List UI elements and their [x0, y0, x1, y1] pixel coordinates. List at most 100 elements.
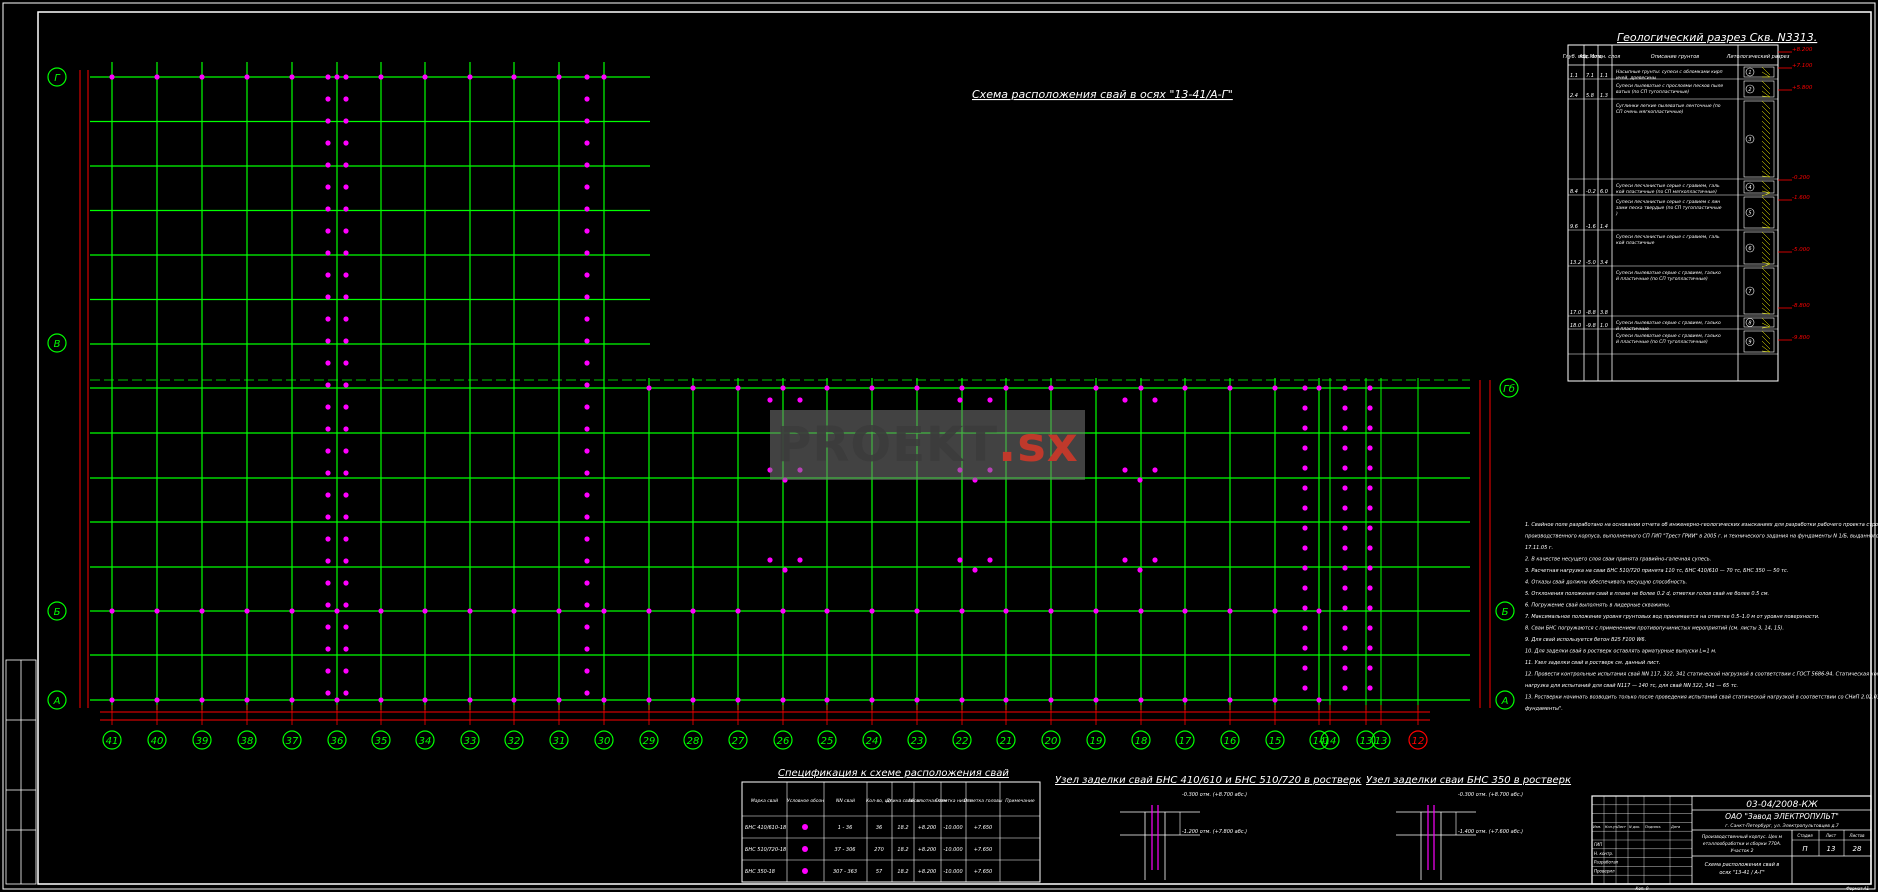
spec-mark: БНС 410/610-18	[745, 825, 786, 831]
bubble-label: 40	[151, 736, 164, 747]
geology-desc-2: кой пластичные (по СП мягкопластичные)	[1616, 189, 1717, 195]
pile	[1367, 645, 1373, 651]
geology-desc-2: й пластичные	[1616, 326, 1649, 332]
geology-desc: Супеси песчанистые серые с гравием, галь	[1616, 234, 1720, 240]
pile	[1342, 465, 1348, 471]
pile	[343, 514, 349, 520]
node1-title: Узел заделки свай БНС 410/610 и БНС 510/…	[1055, 775, 1361, 786]
note-line: 3. Расчетная нагрузка на сваи БНС 510/72…	[1525, 568, 1788, 574]
note-line: 11. Узел заделки свай в ростверк см. дан…	[1525, 660, 1661, 666]
hatch	[1761, 145, 1771, 155]
pile	[556, 697, 562, 703]
hatch	[1761, 100, 1771, 110]
hatch	[1761, 251, 1771, 261]
pile	[646, 697, 652, 703]
pile	[584, 646, 590, 652]
pile	[343, 470, 349, 476]
spec-symbol	[802, 824, 808, 830]
tb-sheet: 13	[1827, 845, 1836, 853]
geology-desc-3: )	[1615, 211, 1618, 217]
axis-bubble: 29	[639, 730, 659, 750]
spec-length: 18.2	[897, 847, 908, 853]
geology-desc: Супеси пылеватые с прослоями песков пыле	[1616, 83, 1723, 89]
geology-thickness: 3.4	[1600, 260, 1608, 266]
geology-desc-2: ватых (по СП тугопластичные)	[1616, 89, 1689, 95]
pile	[343, 602, 349, 608]
hatch	[1761, 165, 1771, 175]
node-level: -1.400 отм. (+7.600 абс.)	[1458, 829, 1523, 835]
level-mark: -9.800	[1792, 335, 1810, 341]
pile	[325, 404, 331, 410]
pile	[584, 316, 590, 322]
geology-abs: -1.6	[1586, 224, 1596, 230]
hatch	[1761, 335, 1771, 345]
pile	[289, 697, 295, 703]
level-mark: -8.800	[1792, 303, 1810, 309]
axis-bubble: 34	[415, 730, 435, 750]
axis-bubble: 38	[237, 730, 257, 750]
tb-sheet-h: Лист	[1825, 833, 1837, 838]
hatch	[1761, 216, 1771, 226]
geology-desc-2: й пластичные (по СП тугопластичные)	[1616, 276, 1708, 282]
pile	[325, 426, 331, 432]
geology-abs: -0.2	[1586, 189, 1596, 195]
pile	[325, 382, 331, 388]
tb-head: Подпись	[1645, 825, 1661, 829]
node-level: -0.300 отм. (+8.700 абс.)	[1458, 792, 1523, 798]
axis-bubble: 15	[1265, 730, 1285, 750]
note-line: фундаменты".	[1525, 706, 1563, 712]
pile	[1367, 605, 1373, 611]
tb-head: Изм.	[1593, 825, 1601, 829]
pile	[343, 272, 349, 278]
tb-object: Производственный корпус. Цех м	[1702, 834, 1783, 840]
note-line: 1. Свайное поле разработано на основании…	[1525, 522, 1878, 528]
pile	[289, 74, 295, 80]
pile-spec-table: Спецификация к схеме расположения свай М…	[741, 768, 1041, 883]
pile	[343, 492, 349, 498]
pile	[1302, 665, 1308, 671]
bubble-label: Б	[54, 607, 61, 618]
plan-title: Схема расположения свай в осях "13-41/А-…	[972, 88, 1233, 101]
pile	[584, 74, 590, 80]
tb-company: ОАО "Завод ЭЛЕКТРОПУЛЬТ"	[1725, 812, 1839, 821]
axis-bubble: 14	[1320, 730, 1340, 750]
pile	[1302, 485, 1308, 491]
level-mark: -5.000	[1792, 247, 1810, 253]
tb-sheets-h: Листов	[1849, 833, 1866, 838]
pile	[690, 385, 696, 391]
general-notes: 1. Свайное поле разработано на основании…	[1525, 522, 1878, 712]
pile	[325, 338, 331, 344]
pile	[1093, 385, 1099, 391]
pile	[109, 608, 115, 614]
axis-bubble: 23	[907, 730, 927, 750]
pile	[343, 206, 349, 212]
bubble-label: 16	[1224, 736, 1237, 747]
pile	[914, 608, 920, 614]
pile	[1182, 608, 1188, 614]
pile	[797, 397, 803, 403]
pile	[646, 385, 652, 391]
pile	[601, 608, 607, 614]
level-mark: -0.200	[1792, 175, 1810, 181]
pile	[325, 316, 331, 322]
axis-bubble: 30	[594, 730, 614, 750]
pile	[1367, 505, 1373, 511]
pile	[556, 74, 562, 80]
pile	[584, 294, 590, 300]
hatch	[1761, 135, 1771, 145]
pile	[584, 184, 590, 190]
spec-length: 18.2	[897, 869, 908, 875]
axis-bubble: 32	[504, 730, 524, 750]
pile	[325, 184, 331, 190]
pile	[325, 162, 331, 168]
pile	[325, 646, 331, 652]
pile	[511, 74, 517, 80]
pile	[735, 385, 741, 391]
level-mark: -1.600	[1792, 195, 1810, 201]
bubble-label: 13	[1375, 736, 1388, 747]
spec-mark: БНС 350-18	[745, 869, 775, 875]
pile	[325, 206, 331, 212]
pile	[1227, 697, 1233, 703]
hatch	[1761, 340, 1771, 350]
axis-bubble: 37	[282, 730, 302, 750]
